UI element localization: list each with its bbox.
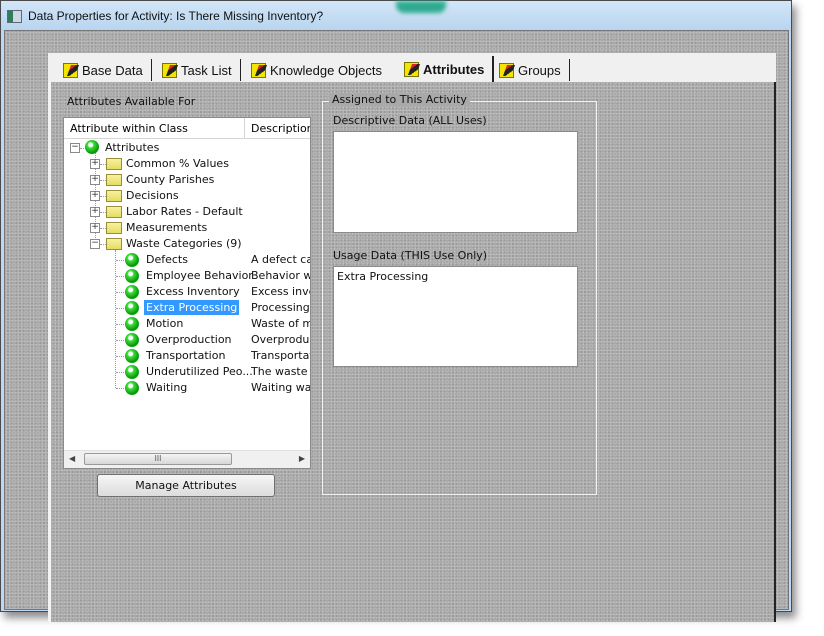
- expand-icon[interactable]: +: [90, 207, 100, 217]
- tree-item[interactable]: Underutilized Peo... The waste o: [64, 364, 310, 380]
- tab-base-data[interactable]: Base Data: [63, 59, 152, 81]
- node-label: County Parishes: [126, 173, 215, 186]
- folder-icon: [106, 158, 122, 170]
- node-label: Overproduction: [146, 333, 232, 346]
- scroll-thumb[interactable]: III: [84, 453, 232, 465]
- tree-folder-expanded[interactable]: − Waste Categories (9): [64, 236, 310, 252]
- tree-folder[interactable]: + Common % Values: [64, 156, 310, 172]
- expand-icon[interactable]: +: [90, 175, 100, 185]
- expand-icon[interactable]: +: [90, 223, 100, 233]
- node-label: Labor Rates - Default: [126, 205, 243, 218]
- folder-icon: [106, 190, 122, 202]
- tree-folder[interactable]: + Decisions: [64, 188, 310, 204]
- tree-item-selected[interactable]: Extra Processing Processing .: [64, 300, 310, 316]
- tab-label: Attributes: [423, 61, 485, 77]
- folder-icon: [106, 206, 122, 218]
- node-description: Transportati.: [251, 349, 310, 362]
- tree-item[interactable]: Transportation Transportati.: [64, 348, 310, 364]
- node-label: Underutilized Peo...: [146, 365, 253, 378]
- window-title: Data Properties for Activity: Is There M…: [28, 9, 324, 23]
- tab-task-list[interactable]: Task List: [162, 59, 241, 81]
- tab-icon: [63, 62, 78, 78]
- attribute-ball-icon: [125, 301, 139, 315]
- tab-label: Base Data: [82, 62, 143, 78]
- node-label: Transportation: [146, 349, 226, 362]
- scroll-right-arrow-icon[interactable]: ▶: [299, 454, 305, 463]
- descriptive-data-label: Descriptive Data (ALL Uses): [333, 114, 487, 127]
- node-label: Motion: [146, 317, 184, 330]
- node-description: A defect ca.: [251, 253, 311, 266]
- attribute-ball-icon: [125, 381, 139, 395]
- expand-icon[interactable]: +: [90, 159, 100, 169]
- assigned-groupbox-title: Assigned to This Activity: [329, 93, 470, 106]
- horizontal-scrollbar[interactable]: ◀ III ▶: [64, 450, 310, 468]
- tree-item[interactable]: Overproduction Overproduct: [64, 332, 310, 348]
- tree-item[interactable]: Motion Waste of mo: [64, 316, 310, 332]
- usage-data-label: Usage Data (THIS Use Only): [333, 249, 488, 262]
- tree-item[interactable]: Waiting Waiting was: [64, 380, 310, 396]
- folder-icon: [106, 174, 122, 186]
- title-bar[interactable]: Data Properties for Activity: Is There M…: [1, 1, 791, 31]
- tree-folder[interactable]: + County Parishes: [64, 172, 310, 188]
- node-label: Defects: [146, 253, 188, 266]
- attribute-ball-icon: [125, 333, 139, 347]
- node-description: Processing .: [251, 301, 311, 314]
- collapse-icon[interactable]: −: [90, 239, 100, 249]
- tree-item[interactable]: Employee Behavior Behavior wa: [64, 268, 310, 284]
- node-label: Excess Inventory: [146, 285, 240, 298]
- descriptive-data-field[interactable]: [333, 131, 578, 233]
- node-description: The waste o: [251, 365, 310, 378]
- attribute-ball-icon: [125, 253, 139, 267]
- tab-icon: [499, 62, 514, 78]
- tab-knowledge-objects[interactable]: Knowledge Objects: [251, 59, 412, 81]
- collapse-icon[interactable]: −: [70, 143, 80, 153]
- app-icon: [7, 10, 22, 23]
- folder-icon: [106, 222, 122, 234]
- tree-folder[interactable]: + Labor Rates - Default: [64, 204, 310, 220]
- node-description: Excess inve: [251, 285, 311, 298]
- column-separator[interactable]: [244, 118, 245, 138]
- tab-icon: [162, 62, 177, 78]
- folder-icon: [106, 238, 122, 250]
- tree-folder[interactable]: + Measurements: [64, 220, 310, 236]
- manage-attributes-button[interactable]: Manage Attributes: [97, 474, 275, 497]
- attribute-ball-icon: [125, 269, 139, 283]
- node-label: Attributes: [105, 141, 160, 154]
- attribute-ball-icon: [125, 317, 139, 331]
- attribute-ball-icon: [85, 140, 99, 154]
- node-description: Behavior wa: [251, 269, 310, 282]
- expand-icon[interactable]: +: [90, 191, 100, 201]
- node-description: Overproduct: [251, 333, 310, 346]
- tab-groups[interactable]: Groups: [499, 59, 570, 81]
- node-description: Waiting was: [251, 381, 311, 394]
- tree-node-root[interactable]: − Attributes: [64, 140, 310, 156]
- tree-item[interactable]: Excess Inventory Excess inve: [64, 284, 310, 300]
- node-label: Decisions: [126, 189, 179, 202]
- usage-data-field[interactable]: Extra Processing: [333, 266, 578, 367]
- attribute-ball-icon: [125, 365, 139, 379]
- tree-header: Attribute within Class Description: [64, 118, 310, 139]
- attribute-ball-icon: [125, 349, 139, 363]
- node-description: Waste of mo: [251, 317, 310, 330]
- node-label: Common % Values: [126, 157, 229, 170]
- tree-item[interactable]: Defects A defect ca.: [64, 252, 310, 268]
- scroll-left-arrow-icon[interactable]: ◀: [69, 454, 75, 463]
- node-label: Waste Categories (9): [126, 237, 242, 250]
- column-header-description[interactable]: Description: [251, 122, 310, 135]
- attribute-tree[interactable]: Attribute within Class Description − Att…: [63, 117, 311, 469]
- attribute-ball-icon: [125, 285, 139, 299]
- node-label: Measurements: [126, 221, 208, 234]
- titlebar-decoration: [396, 1, 446, 13]
- tab-label: Knowledge Objects: [270, 62, 383, 78]
- node-label: Waiting: [146, 381, 188, 394]
- node-label: Employee Behavior: [146, 269, 253, 282]
- tab-icon: [404, 61, 419, 77]
- column-header-attribute[interactable]: Attribute within Class: [70, 122, 188, 135]
- tab-label: Groups: [518, 62, 561, 78]
- node-label: Extra Processing: [144, 300, 240, 315]
- tab-icon: [251, 62, 266, 78]
- attributes-available-label: Attributes Available For: [67, 95, 196, 108]
- tab-attributes[interactable]: Attributes: [398, 56, 495, 82]
- tab-label: Task List: [181, 62, 232, 78]
